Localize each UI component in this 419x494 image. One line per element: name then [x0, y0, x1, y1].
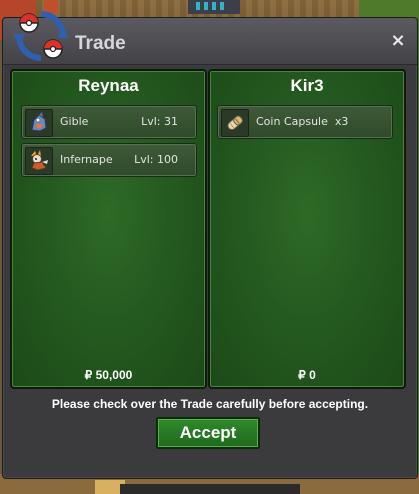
building-tile: [188, 0, 240, 14]
gible-sprite-icon: [25, 109, 53, 137]
money-offered: ₽ 0: [298, 368, 316, 382]
trade-item-infernape[interactable]: Infernape Lvl: 100: [21, 143, 197, 177]
trade-notice: Please check over the Trade carefully be…: [51, 397, 369, 411]
coin-capsule-icon: [221, 109, 249, 137]
window-title: Trade: [75, 33, 126, 54]
trade-item-gible[interactable]: Gible Lvl: 31: [21, 105, 197, 139]
player-name: Reynaa: [78, 76, 139, 95]
partner-offer-panel: Kir3 Coin Capsule x3 ₽ 0: [208, 69, 406, 389]
trade-logo-icon: [13, 11, 69, 61]
trade-window: Trade × Reynaa Gible Lvl: 31 Infernape L…: [2, 11, 418, 479]
shadow-tile: [120, 484, 300, 494]
item-name: Infernape: [60, 153, 113, 166]
money-offered: ₽ 50,000: [84, 368, 133, 382]
accept-button[interactable]: Accept: [156, 417, 260, 449]
infernape-sprite-icon: [25, 147, 53, 175]
player-name: Kir3: [290, 76, 324, 95]
my-offer-panel: Reynaa Gible Lvl: 31 Infernape Lvl: 100 …: [10, 69, 207, 389]
item-name: Coin Capsule x3: [256, 115, 349, 128]
item-level: Lvl: 100: [134, 153, 178, 166]
trade-item-coin-capsule[interactable]: Coin Capsule x3: [217, 105, 393, 139]
item-level: Lvl: 31: [141, 115, 178, 128]
close-icon[interactable]: ×: [389, 32, 407, 50]
item-name: Gible: [60, 115, 89, 128]
